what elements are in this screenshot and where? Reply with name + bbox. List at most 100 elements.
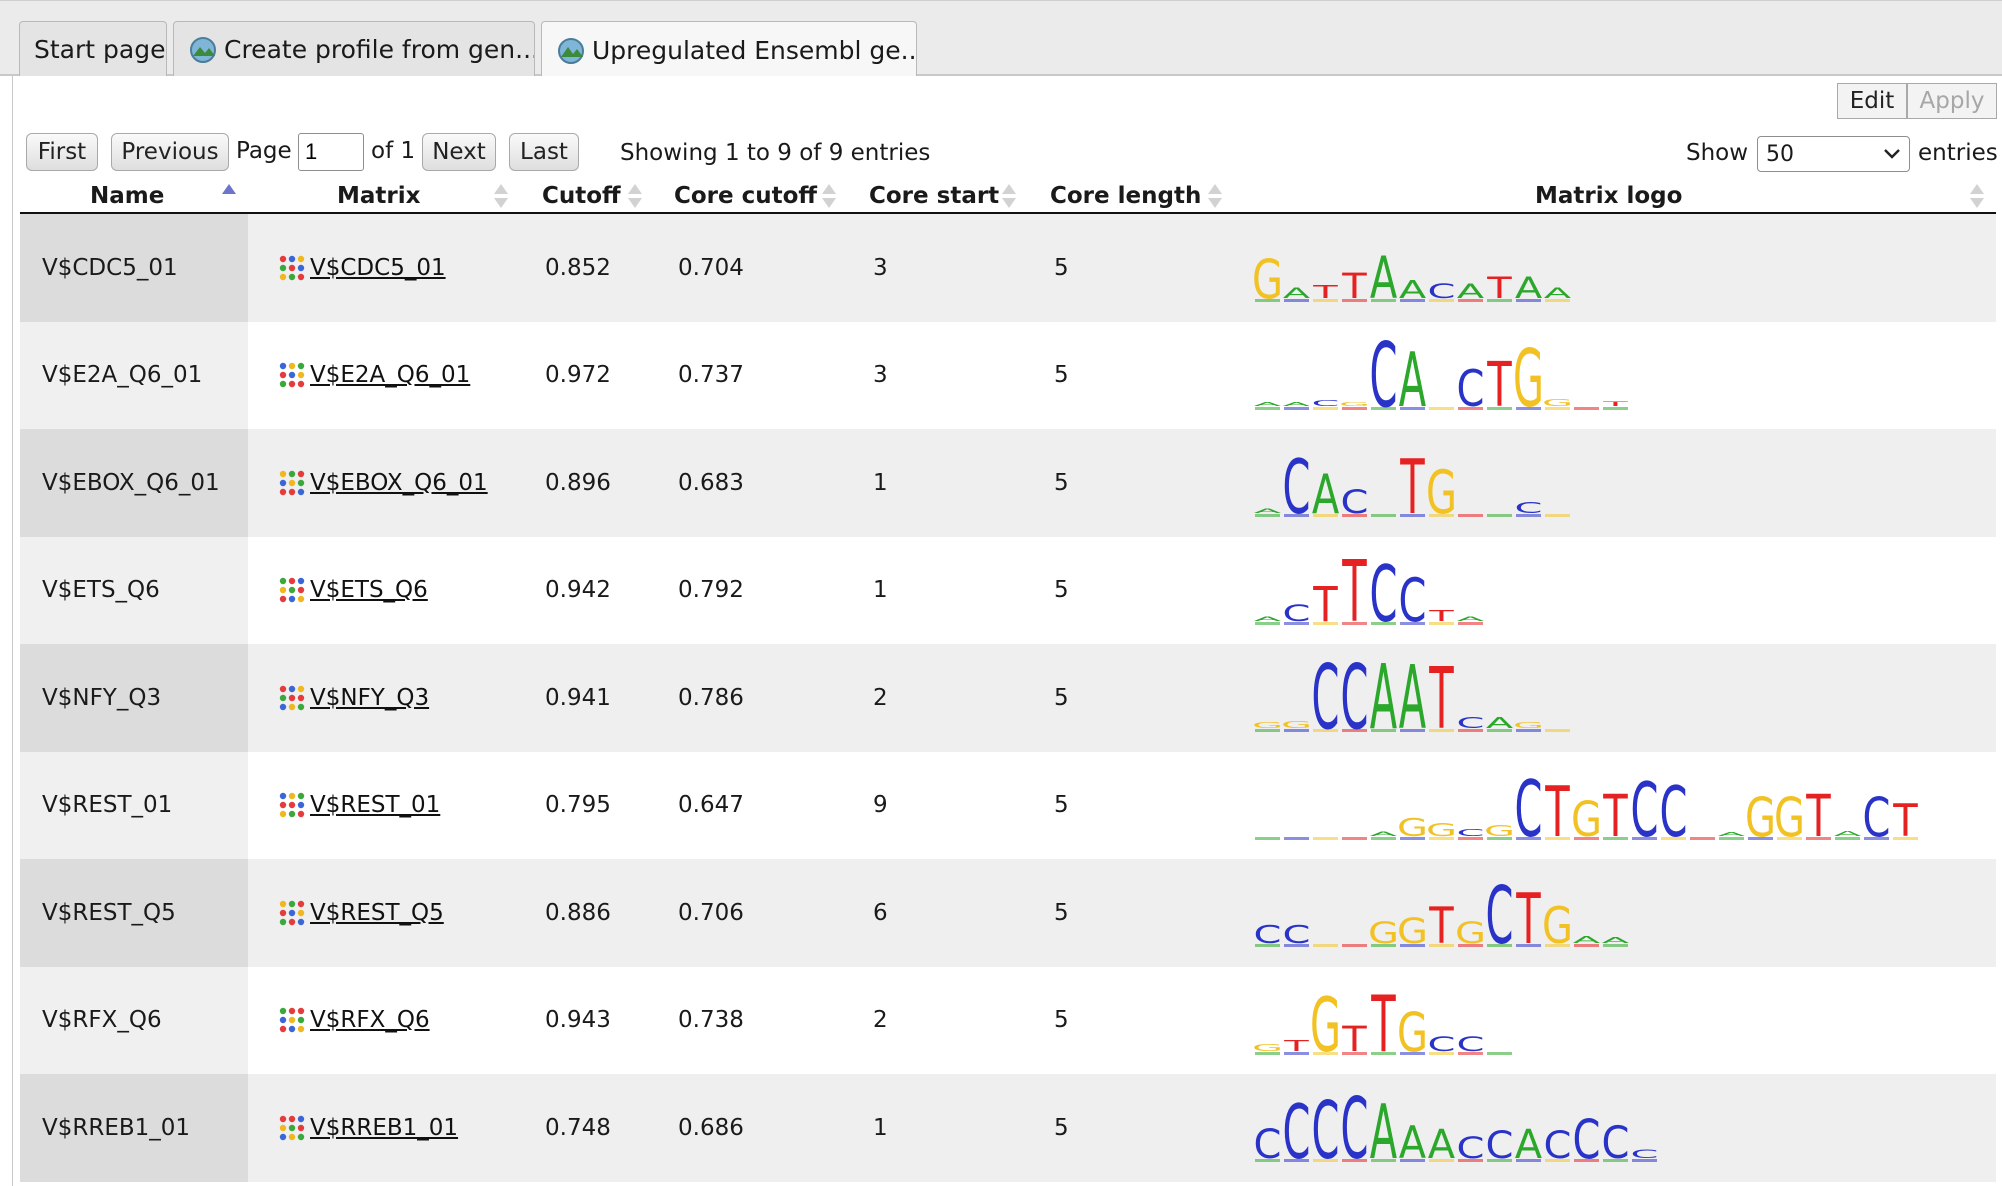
matrix-link[interactable]: V$ETS_Q6: [310, 577, 428, 603]
matrix-icon: [279, 1115, 305, 1140]
sort-icon[interactable]: [1002, 181, 1016, 211]
previous-button[interactable]: Previous: [111, 133, 229, 171]
logo-letter-T: T: [1341, 266, 1367, 307]
matrix-cell[interactable]: V$NFY_Q3: [278, 644, 429, 752]
logo-letter-G: G: [1745, 786, 1776, 849]
last-button[interactable]: Last: [509, 133, 579, 171]
logo-letter-G: G: [1253, 249, 1283, 312]
edit-button[interactable]: Edit: [1837, 83, 1907, 119]
logo-minor-stack: [1255, 406, 1280, 410]
logo-letter-A: A: [1370, 830, 1398, 837]
logo-minor-stack: [1342, 836, 1367, 840]
name-cell: V$REST_Q5: [42, 899, 176, 926]
next-button[interactable]: Next: [422, 133, 496, 171]
logo-letter-A: A: [1457, 280, 1485, 303]
column-header-matrix-logo[interactable]: Matrix logo: [1535, 178, 1682, 214]
logo-letter-T: T: [1283, 1037, 1310, 1054]
table-row[interactable]: V$ETS_Q6 V$ETS_Q6 0.942 0.792 1 5 A C T T C C T A: [20, 536, 1996, 645]
logo-letter-T: T: [1516, 879, 1541, 960]
name-cell: V$RREB1_01: [42, 1114, 191, 1141]
matrix-link[interactable]: V$REST_Q5: [310, 900, 444, 926]
column-header-matrix[interactable]: Matrix: [337, 178, 420, 214]
logo-letter-C: C: [1341, 483, 1369, 521]
logo-letter-A: A: [1370, 245, 1397, 312]
name-cell: V$NFY_Q3: [42, 684, 162, 711]
matrix-icon: [279, 900, 305, 925]
table-row[interactable]: V$RFX_Q6 V$RFX_Q6 0.943 0.738 2 5 G T G T T G C C: [20, 966, 1996, 1075]
core-start-cell: 1: [873, 577, 888, 604]
matrix-cell[interactable]: V$RREB1_01: [278, 1074, 458, 1182]
table-row[interactable]: V$CDC5_01 V$CDC5_01 0.852 0.704 3 5 G A T T A A C A T A…: [20, 214, 1996, 322]
matrix-link[interactable]: V$RREB1_01: [310, 1115, 458, 1141]
tab-create-profile[interactable]: Create profile from gen... X: [173, 21, 535, 77]
sort-icon[interactable]: [494, 181, 508, 211]
matrix-cell[interactable]: V$E2A_Q6_01: [278, 322, 470, 430]
results-table: Name Matrix Cutoff Core cutoff Core star…: [20, 178, 1996, 1182]
entries-select[interactable]: 50: [1757, 136, 1910, 172]
table-row[interactable]: V$E2A_Q6_01 V$E2A_Q6_01 0.972 0.737 3 5 A A C G C A…: [20, 321, 1996, 430]
logo-letter-A: A: [1486, 715, 1514, 732]
column-header-core-cutoff[interactable]: Core cutoff: [674, 178, 817, 214]
logo-letter-C: C: [1457, 826, 1485, 838]
logo-letter-G: G: [1397, 812, 1428, 841]
tab-upregulated[interactable]: Upregulated Ensembl ge... X: [541, 21, 917, 79]
logo-letter-A: A: [1399, 1117, 1426, 1169]
logo-letter-C: C: [1457, 1033, 1485, 1056]
tab-start-page[interactable]: Start page: [19, 21, 167, 77]
logo-letter-C: C: [1428, 280, 1456, 303]
matrix-link[interactable]: V$RFX_Q6: [310, 1007, 430, 1033]
table-row[interactable]: V$REST_Q5 V$REST_Q5 0.886 0.706 6 5 C C G G T G C T G A…: [20, 859, 1996, 967]
logo-letter-T: T: [1892, 794, 1918, 846]
matrix-link[interactable]: V$CDC5_01: [310, 255, 446, 281]
logo-letter-C: C: [1254, 920, 1282, 949]
sort-asc-icon[interactable]: [222, 181, 236, 211]
matrix-cell[interactable]: V$REST_Q5: [278, 859, 444, 967]
matrix-cell[interactable]: V$EBOX_Q6_01: [278, 429, 488, 537]
logo-letter-T: T: [1312, 577, 1337, 632]
name-cell: V$EBOX_Q6_01: [42, 469, 220, 496]
apply-button[interactable]: Apply: [1907, 83, 1997, 119]
column-header-core-length[interactable]: Core length: [1050, 178, 1201, 214]
matrix-link[interactable]: V$REST_01: [310, 792, 440, 818]
logo-letter-A: A: [1254, 401, 1282, 407]
cutoff-cell: 0.852: [545, 254, 611, 281]
logo-letter-G: G: [1253, 721, 1283, 730]
column-header-cutoff[interactable]: Cutoff: [542, 178, 621, 214]
sort-icon[interactable]: [628, 181, 642, 211]
logo-letter-G: G: [1426, 819, 1457, 840]
chevron-down-icon: [1884, 149, 1900, 159]
logo-letter-C: C: [1312, 398, 1340, 407]
first-button[interactable]: First: [26, 133, 98, 171]
sort-icon[interactable]: [1970, 181, 1984, 211]
logo-letter-T: T: [1602, 400, 1629, 407]
column-header-core-start[interactable]: Core start: [869, 178, 999, 214]
sort-icon[interactable]: [822, 181, 836, 211]
table-row[interactable]: V$RREB1_01 V$RREB1_01 0.748 0.686 1 5 C C C C A A A C…: [20, 1074, 1996, 1182]
logo-minor-stack: [1690, 836, 1715, 840]
matrix-link[interactable]: V$EBOX_Q6_01: [310, 470, 488, 496]
column-header-name[interactable]: Name: [90, 178, 164, 214]
table-row[interactable]: V$REST_01 V$REST_01 0.795 0.647 9 5 A G G C G C T G T C…: [20, 751, 1996, 860]
page-input[interactable]: [298, 133, 364, 171]
core-cutoff-cell: 0.738: [678, 1007, 744, 1034]
table-row[interactable]: V$EBOX_Q6_01 V$EBOX_Q6_01 0.896 0.683 1 5 A C A C…: [20, 429, 1996, 537]
logo-letter-C: C: [1370, 549, 1398, 639]
matrix-cell[interactable]: V$CDC5_01: [278, 214, 446, 322]
matrix-link[interactable]: V$E2A_Q6_01: [310, 362, 470, 388]
logo-minor-stack: [1545, 729, 1570, 732]
matrix-icon: [279, 578, 305, 603]
cutoff-cell: 0.972: [545, 362, 611, 389]
matrix-icon: [279, 1008, 305, 1033]
matrix-cell[interactable]: V$ETS_Q6: [278, 537, 428, 645]
sort-icon[interactable]: [1208, 181, 1222, 211]
matrix-cell[interactable]: V$REST_01: [278, 752, 440, 860]
name-cell: V$E2A_Q6_01: [42, 362, 203, 389]
core-start-cell: 2: [873, 684, 888, 711]
logo-letter-G: G: [1339, 401, 1370, 407]
matrix-link[interactable]: V$NFY_Q3: [310, 685, 429, 711]
table-row[interactable]: V$NFY_Q3 V$NFY_Q3 0.941 0.786 2 5 G G C C A A T C A G: [20, 644, 1996, 752]
logo-letter-C: C: [1283, 1091, 1311, 1177]
logo-letter-C: C: [1457, 715, 1485, 732]
logo-letter-T: T: [1342, 543, 1367, 641]
matrix-cell[interactable]: V$RFX_Q6: [278, 967, 430, 1075]
